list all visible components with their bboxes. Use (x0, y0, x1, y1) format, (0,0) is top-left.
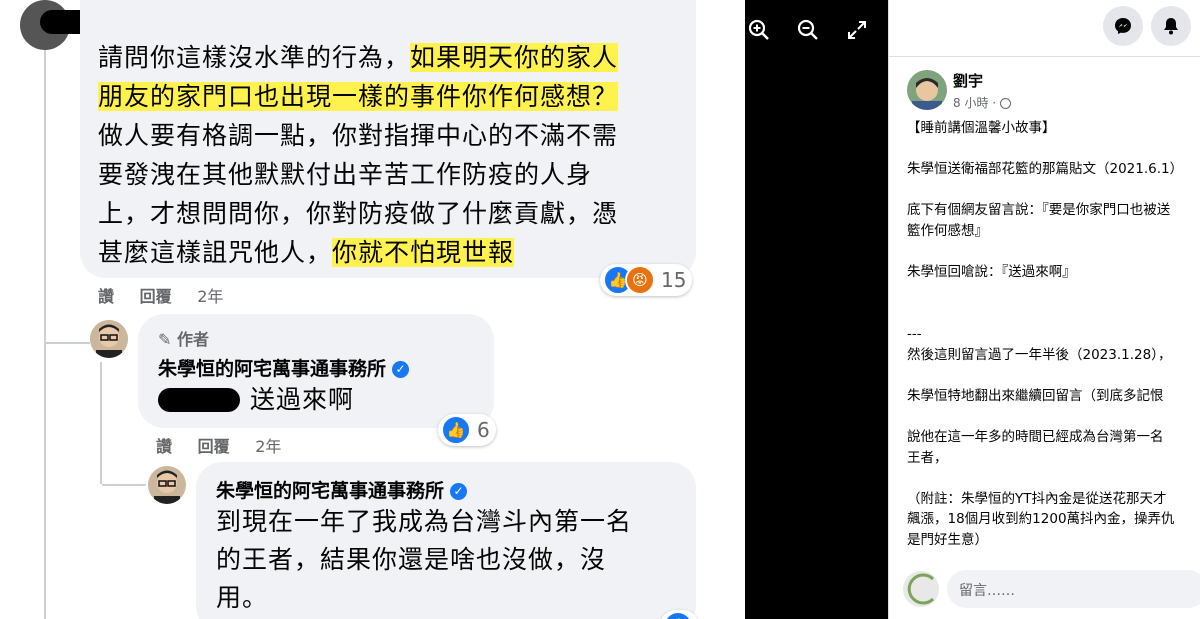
post-line: 飆漲，18個月收到約1200萬抖內金，操弄仇 (907, 511, 1175, 528)
post-line: 底下有個網友留言說：『要是你家門口也被送 (907, 202, 1171, 219)
zoom-out-button[interactable] (790, 12, 826, 48)
post-sidebar: 劉宇 8 小時 · 【睡前講個溫馨小故事】朱學恒送衛福部花籃的那篇貼文（2021… (888, 0, 1200, 619)
reply1-author-name[interactable]: 朱學恒的阿宅萬事通事務所 ✓ (158, 354, 410, 381)
highlighted-text: 朋友的家門口也出現一樣的事件你作何感想？ (98, 82, 619, 111)
pencil-icon: ✎ (158, 330, 172, 349)
comment-screenshot: 請問你這樣沒水準的行為，如果明天你的家人 朋友的家門口也出現一樣的事件你作何感想？… (0, 0, 745, 619)
fullscreen-icon (848, 21, 866, 39)
fullscreen-button[interactable] (839, 12, 875, 48)
poster-name[interactable]: 劉宇 (953, 70, 983, 91)
post-time[interactable]: 8 小時 · (953, 94, 1011, 111)
comment-line: 上，才想問問你，你對防疫做了什麼貢獻，憑 (98, 199, 619, 228)
messenger-button[interactable] (1103, 6, 1143, 46)
thread-connector (46, 342, 90, 344)
author-tag: ✎ 作者 (158, 330, 209, 349)
photo-viewer (745, 0, 888, 619)
post-line: 籃作何感想』 (907, 223, 988, 239)
reply2-author-name[interactable]: 朱學恒的阿宅萬事通事務所 ✓ (216, 476, 468, 503)
post-line: 說他在這一年多的時間已經成為台灣第一名 (907, 429, 1164, 445)
post-line: 朱學恒特地翻出來繼續回留言（到底多記恨 (907, 387, 1164, 404)
author-avatar-2[interactable] (148, 466, 186, 504)
reply2-line: 用。 (216, 583, 269, 612)
redacted-mention (158, 388, 240, 412)
zoom-in-button[interactable] (741, 12, 777, 48)
post-line: 【睡前講個溫馨小故事】 (907, 120, 1056, 136)
globe-icon (999, 98, 1011, 109)
reply2-line: 到現在一年了我成為台灣斗內第一名 (216, 507, 633, 536)
highlighted-text: 如果明天你的家人 (410, 43, 619, 72)
reply-link[interactable]: 回覆 (140, 287, 172, 306)
viewer-avatar[interactable] (903, 571, 939, 607)
post-line: （附註：朱學恒的YT抖內金是從送花那天才 (907, 490, 1167, 507)
comment-actions: 讚 回覆 2年 (98, 283, 243, 307)
verified-icon: ✓ (392, 361, 410, 378)
post-line: 王者， (907, 449, 948, 466)
post-line: 朱學恒送衛福部花籃的那篇貼文（2021.6.1） (907, 161, 1184, 178)
thread-line (44, 50, 46, 619)
reaction-count: 6 (477, 418, 490, 442)
like-icon: 👍 (663, 611, 693, 619)
comment-line: 朋友的家門口也出現一樣的事件你作何感想？ (98, 79, 619, 115)
post-line: 然後這則留言過了一年半後（2023.1.28）， (907, 346, 1172, 363)
notifications-button[interactable] (1151, 6, 1191, 46)
zoom-in-icon (748, 19, 769, 40)
like-link[interactable]: 讚 (98, 287, 114, 306)
post-line: 朱學恒回嗆說：『送過來啊』 (907, 264, 1076, 281)
reply1-text: 送過來啊 (250, 385, 355, 414)
post-line: 是門好生意） (907, 532, 988, 548)
author-avatar[interactable] (90, 320, 128, 358)
angry-icon: 😡 (625, 265, 655, 295)
like-icon: 👍 (441, 415, 471, 445)
comment-placeholder: 留言…… (959, 583, 1015, 599)
reply-link[interactable]: 回覆 (198, 437, 230, 456)
comment-time[interactable]: 2年 (197, 287, 223, 306)
comment-line: 請問你這樣沒水準的行為，如果明天你的家人 (98, 43, 619, 72)
comment-line: 要發洩在其他默默付出辛苦工作防疫的人身 (98, 160, 593, 189)
bell-icon (1164, 18, 1178, 35)
verified-icon: ✓ (450, 483, 468, 500)
comment-reactions[interactable]: 👍 😡 15 (600, 264, 693, 296)
reaction-count: 15 (661, 268, 687, 292)
post-line: --- (907, 326, 922, 342)
zoom-out-icon (797, 19, 818, 40)
reply1-actions: 讚 回覆 2年 (156, 433, 301, 457)
header-divider (889, 56, 1200, 57)
thread-line-2 (100, 362, 102, 484)
messenger-icon (1115, 18, 1131, 34)
comment-line: 甚麼這樣詛咒他人，你就不怕現世報 (98, 238, 515, 267)
like-link[interactable]: 讚 (156, 437, 172, 456)
poster-avatar[interactable] (907, 70, 947, 110)
reply1-time[interactable]: 2年 (255, 437, 281, 456)
reply2-line: 的王者，結果你還是啥也沒做，沒 (216, 545, 607, 574)
highlighted-text: 你就不怕現世報 (332, 238, 515, 267)
reply1-reactions[interactable]: 👍 6 (438, 414, 496, 446)
thread-connector-2 (102, 484, 146, 486)
comment-line: 做人要有格調一點，你對指揮中心的不滿不需 (98, 121, 619, 150)
